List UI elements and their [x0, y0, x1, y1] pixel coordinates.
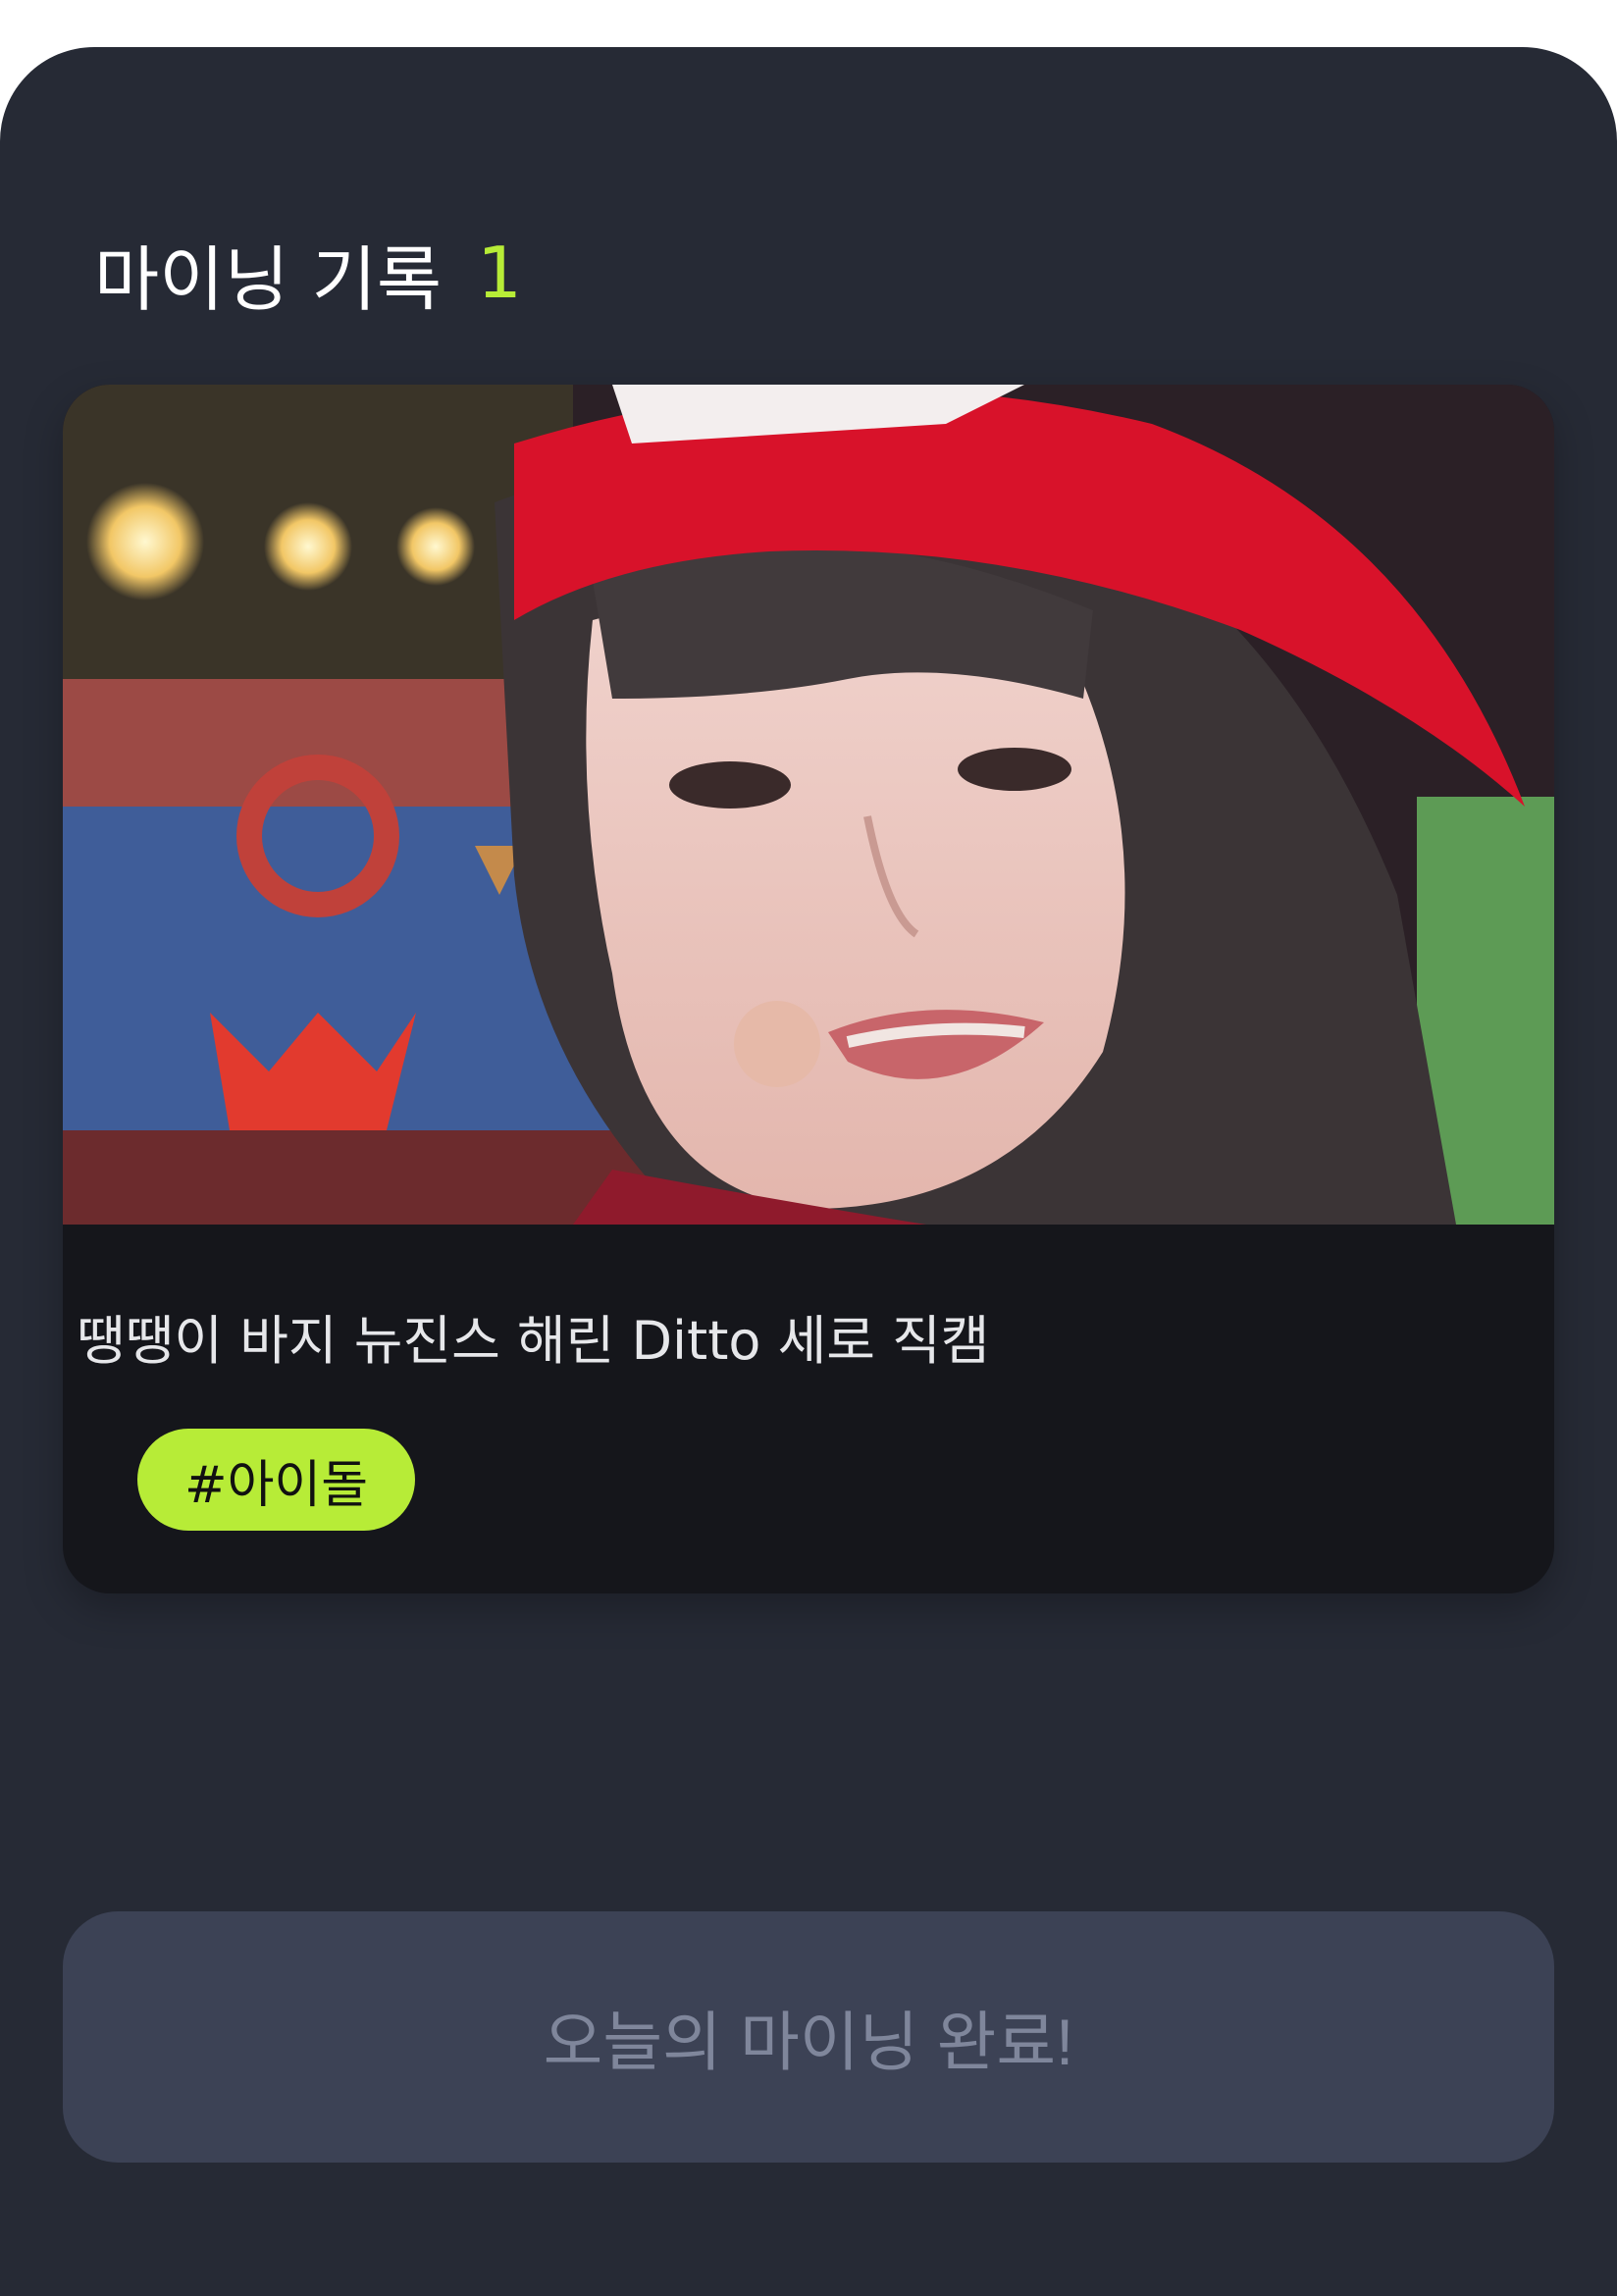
video-thumbnail[interactable] [63, 385, 1554, 1225]
mining-history-header: 마이닝 기록 1 [94, 224, 522, 322]
history-count: 1 [477, 232, 522, 314]
complete-mining-button[interactable]: 오늘의 마이닝 완료! [63, 1911, 1554, 2163]
video-title[interactable]: 땡땡이 바지 뉴진스 해린 Ditto 세로 직캠 [77, 1297, 989, 1375]
category-tag[interactable]: #아이돌 [137, 1429, 416, 1531]
thumbnail-image [63, 385, 1554, 1225]
video-card[interactable] [63, 385, 1554, 1593]
page-title: 마이닝 기록 [94, 237, 443, 321]
